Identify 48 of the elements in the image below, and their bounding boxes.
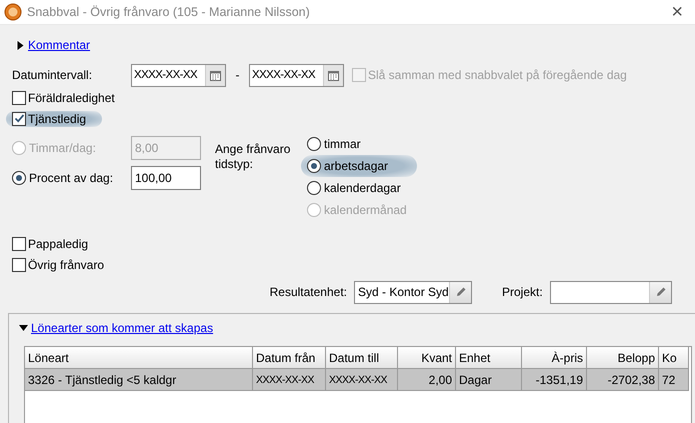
result-unit-field[interactable]: Syd - Kontor Syd bbox=[354, 280, 472, 304]
checkmark-icon bbox=[14, 113, 24, 124]
table-cell: 2,00 bbox=[398, 369, 456, 391]
table-cell: Dagar bbox=[456, 369, 522, 391]
close-button[interactable]: × bbox=[667, 2, 687, 22]
merge-label: Slå samman med snabbvalet på föregående dag bbox=[368, 68, 627, 82]
radio-option[interactable]: arbetsdagar bbox=[301, 155, 417, 177]
date-separator: - bbox=[234, 68, 240, 82]
pencil-icon[interactable] bbox=[654, 286, 666, 298]
table-cell: 3326 - Tjänstledig <5 kaldgr bbox=[25, 369, 253, 391]
number-field[interactable]: 100,00 bbox=[131, 166, 201, 190]
project-field[interactable] bbox=[550, 280, 672, 304]
column-header[interactable]: Enhet bbox=[456, 347, 522, 369]
table-cell: -1351,19 bbox=[522, 369, 587, 391]
radio-option[interactable]: kalenderdagar bbox=[307, 177, 417, 199]
date-to-field[interactable]: XXXX-XX-XX bbox=[249, 64, 344, 86]
table-row[interactable]: 3326 - Tjänstledig <5 kaldgr XXXX-XX-XX XXXX-XX-XX 2,00 Dagar -1351,19 -2702,38 72 bbox=[25, 369, 689, 391]
table-cell: -2702,38 bbox=[587, 369, 659, 391]
column-header[interactable]: Datum till bbox=[326, 347, 398, 369]
table-cell: XXXX-XX-XX bbox=[253, 369, 326, 391]
app-logo-icon bbox=[4, 3, 22, 21]
calendar-icon[interactable] bbox=[210, 70, 221, 80]
comment-link[interactable]: Kommentar bbox=[28, 38, 90, 52]
table-cell: XXXX-XX-XX bbox=[326, 369, 398, 391]
column-header[interactable]: Löneart bbox=[25, 347, 253, 369]
collapsed-triangle-icon[interactable] bbox=[16, 40, 24, 50]
time-type-label: Ange frånvaro tidstyp: bbox=[215, 141, 292, 173]
date-from-field[interactable]: XXXX-XX-XX bbox=[131, 64, 226, 86]
pencil-icon[interactable] bbox=[454, 286, 466, 298]
column-header[interactable]: Datum från bbox=[253, 347, 326, 369]
date-range-label: Datumintervall: bbox=[12, 68, 94, 82]
wage-types-link[interactable]: Lönearter som kommer att skapas bbox=[31, 321, 214, 335]
column-header[interactable]: À-pris bbox=[522, 347, 587, 369]
project-label: Projekt: bbox=[502, 285, 544, 299]
checkbox-option[interactable]: Föräldraledighet bbox=[12, 90, 123, 106]
checkbox-option[interactable]: Tjänstledig bbox=[6, 110, 102, 126]
checkbox-option[interactable]: Övrig frånvaro bbox=[12, 256, 112, 272]
column-header[interactable]: Kvant bbox=[398, 347, 456, 369]
checkbox-option[interactable]: Pappaledig bbox=[12, 236, 96, 252]
window-title: Snabbval - Övrig frånvaro (105 - Marianne Nilsson) bbox=[27, 5, 311, 19]
column-header[interactable]: Ko bbox=[659, 347, 689, 369]
expanded-triangle-icon[interactable] bbox=[19, 324, 28, 332]
table-cell: 72 bbox=[659, 369, 689, 391]
column-header[interactable]: Belopp bbox=[587, 347, 659, 369]
radio-option[interactable]: timmar bbox=[307, 133, 417, 155]
result-unit-label: Resultatenhet: bbox=[268, 285, 348, 299]
calendar-icon[interactable] bbox=[328, 70, 339, 80]
radio-option[interactable]: Procent av dag: bbox=[12, 167, 131, 189]
